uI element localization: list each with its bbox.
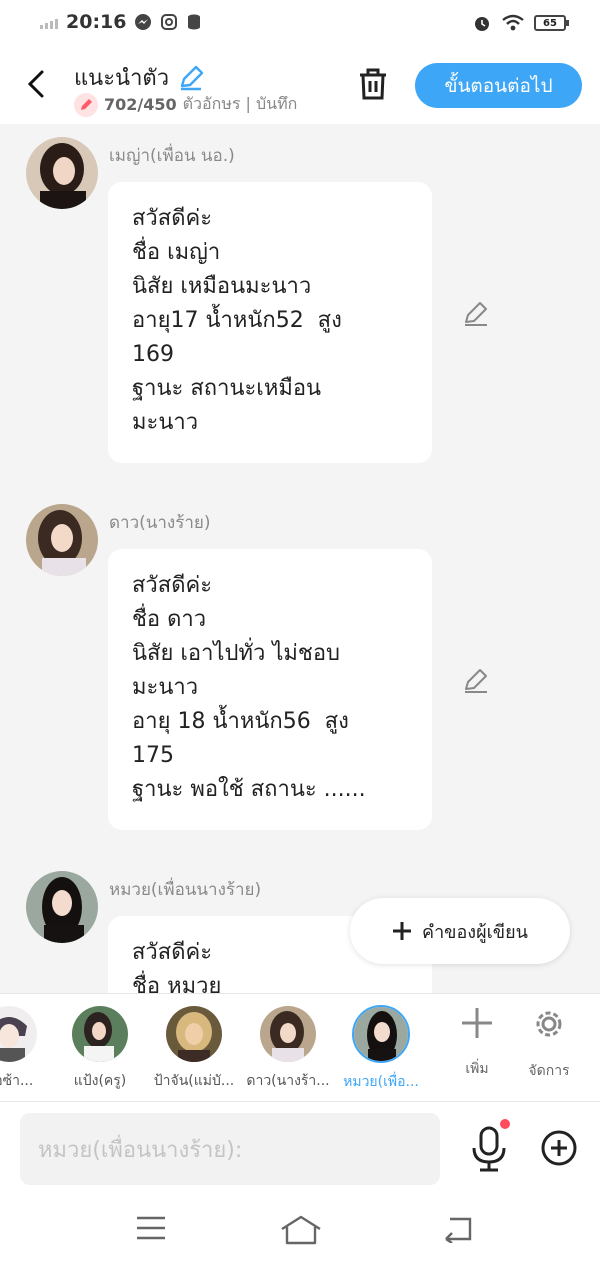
status-bar: 20:16 65 — [0, 0, 600, 48]
message-input[interactable]: หมวย(เพื่อนนางร้าย): — [20, 1113, 440, 1185]
avatar[interactable] — [26, 871, 98, 943]
message-bubble[interactable]: สวัสดีค่ะ ชื่อ ดาว นิสัย เอาไปทั่ว ไม่ชอ… — [108, 549, 432, 830]
alarm-icon — [475, 17, 489, 31]
battery-icon: 65 — [534, 15, 569, 31]
page-title: แนะนำตัว — [74, 60, 205, 95]
avatar[interactable] — [26, 137, 98, 209]
notification-dot — [500, 1119, 510, 1129]
avatar — [72, 1006, 128, 1062]
next-step-button[interactable]: ขั้นตอนต่อไป — [415, 63, 582, 108]
character-name: หมวย(เพื่อนนางร้าย) — [109, 880, 262, 900]
char-counter: 702/450 ตัวอักษร | บันทึก — [74, 92, 297, 117]
input-bar: หมวย(เพื่อนนางร้าย): — [0, 1102, 600, 1197]
plus-icon — [462, 1008, 492, 1038]
wifi-icon — [502, 14, 524, 31]
avatar[interactable] — [26, 504, 98, 576]
avatar — [166, 1006, 222, 1062]
edit-message-icon[interactable] — [462, 667, 490, 695]
character-chip[interactable]: แป้ง(ครู) — [55, 1002, 145, 1092]
status-time: 20:16 — [66, 11, 127, 33]
signal-icon — [40, 15, 58, 29]
database-icon — [188, 14, 201, 30]
instagram-icon — [161, 14, 178, 30]
menu-icon[interactable] — [136, 1215, 166, 1241]
character-chip[interactable]: ชื่อซ้า... — [0, 1002, 54, 1092]
character-chip-active[interactable]: หมวย(เพื่อ... — [336, 1002, 426, 1093]
character-selector: ชื่อซ้า... แป้ง(ครู) ป้าจัน(แม่บั... ดาว… — [0, 993, 600, 1102]
plus-icon — [393, 922, 412, 940]
avatar — [260, 1006, 316, 1062]
avatar — [352, 1005, 410, 1063]
avatar — [0, 1006, 37, 1062]
gear-icon — [536, 1011, 562, 1037]
manage-button[interactable]: จัดการ — [519, 1006, 579, 1082]
trash-icon[interactable] — [356, 66, 390, 102]
character-name: ดาว(นางร้าย) — [109, 513, 211, 533]
back-arrow-icon[interactable] — [22, 66, 52, 102]
microphone-icon[interactable] — [470, 1126, 508, 1172]
system-navbar — [0, 1197, 600, 1267]
character-name: เมญ่า(เพื่อน นอ.) — [109, 146, 235, 166]
header: แนะนำตัว 702/450 ตัวอักษร | บันทึก ขั้นต… — [0, 48, 600, 124]
add-character-button[interactable]: เพิ่ม — [447, 1006, 507, 1080]
messenger-icon — [135, 14, 152, 30]
character-chip[interactable]: ดาว(นางร้า... — [243, 1002, 333, 1092]
message-bubble[interactable]: สวัสดีค่ะ ชื่อ เมญ่า นิสัย เหมือนมะนาว อ… — [108, 182, 432, 463]
add-circle-icon[interactable] — [540, 1129, 578, 1167]
back-icon[interactable] — [442, 1215, 474, 1243]
character-chip[interactable]: ป้าจัน(แม่บั... — [149, 1002, 239, 1092]
edit-title-icon[interactable] — [177, 64, 205, 92]
chat-area[interactable]: เมญ่า(เพื่อน นอ.) สวัสดีค่ะ ชื่อ เมญ่า น… — [0, 124, 600, 993]
pencil-icon — [74, 92, 98, 117]
edit-message-icon[interactable] — [462, 300, 490, 328]
author-note-button[interactable]: คำของผู้เขียน — [350, 898, 570, 964]
home-icon[interactable] — [280, 1215, 322, 1245]
